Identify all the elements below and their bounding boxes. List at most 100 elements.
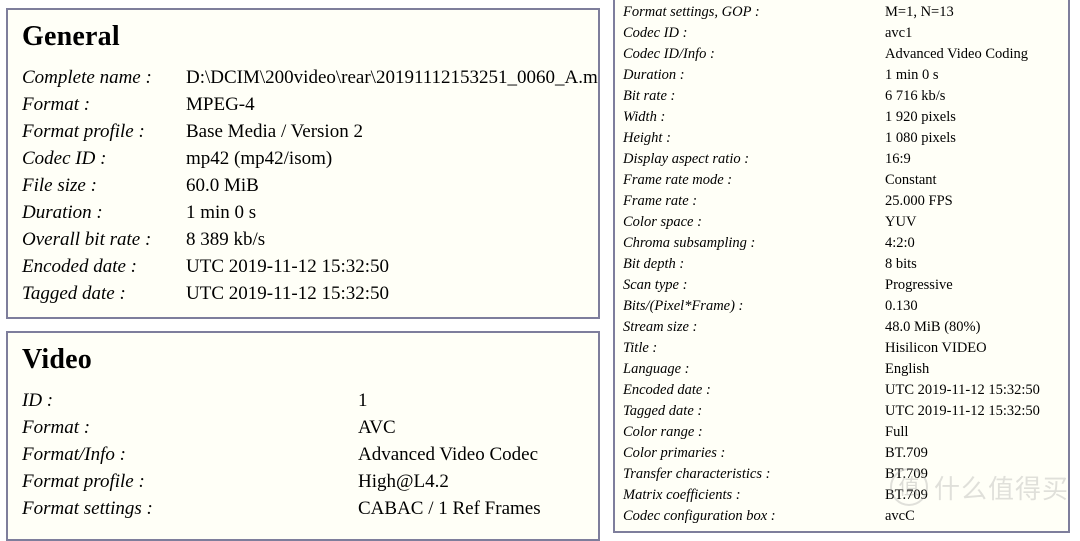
property-label: Format settings : [22, 498, 153, 519]
property-value: 8 389 kb/s [186, 229, 266, 250]
video-continued-property-row: Display aspect ratio : 16:9 [623, 149, 1068, 170]
video-continued-property-row: Language : English [623, 359, 1068, 380]
video-continued-property-row: Color range : Full [623, 422, 1068, 443]
property-value: 8 bits [885, 256, 917, 272]
property-label: Format : [22, 94, 91, 115]
property-label: Overall bit rate : [22, 229, 152, 250]
video-section-panel: Video ID : 1 Format : AVC Format/Info : Advan… [6, 331, 600, 541]
video-section-heading: Video [22, 344, 92, 375]
property-label: Format : [22, 417, 91, 438]
property-label: Format profile : [22, 121, 145, 142]
video-continued-property-row: Codec configuration box : avcC [623, 506, 1068, 527]
property-label: Codec ID : [22, 148, 107, 169]
property-value: Base Media / Version 2 [186, 121, 363, 142]
property-value: 1 [358, 390, 368, 411]
property-value: D:\DCIM\200video\rear\20191112153251_006… [186, 67, 600, 88]
property-value: BT.709 [885, 487, 928, 503]
property-label: Tagged date : [22, 283, 126, 304]
general-property-row: Codec ID : mp42 (mp42/isom) [22, 145, 598, 172]
property-label: Color primaries : [623, 445, 726, 461]
property-value: Advanced Video Coding [885, 46, 1029, 62]
property-label: Language : [623, 361, 690, 377]
property-value: 25.000 FPS [885, 193, 953, 209]
general-section-panel: General Complete name : D:\DCIM\200video\… [6, 8, 600, 319]
property-label: Scan type : [623, 277, 688, 293]
property-label: Frame rate mode : [623, 172, 733, 188]
property-value: avc1 [885, 25, 913, 41]
general-property-row: File size : 60.0 MiB [22, 172, 598, 199]
video-continued-property-row: Frame rate mode : Constant [623, 170, 1068, 191]
property-value: 1 080 pixels [885, 130, 956, 146]
general-property-row: Format : MPEG-4 [22, 91, 598, 118]
property-label: Complete name : [22, 67, 152, 88]
video-continued-property-row: Bit depth : 8 bits [623, 254, 1068, 275]
property-label: Duration : [623, 67, 685, 83]
property-label: Chroma subsampling : [623, 235, 756, 251]
property-value: 16:9 [885, 151, 911, 167]
property-value: YUV [885, 214, 917, 230]
property-value: CABAC / 1 Ref Frames [358, 498, 541, 519]
property-value: Progressive [885, 277, 953, 293]
video-continued-property-list: Format settings, GOP : M=1, N=13 Codec ID … [615, 2, 1068, 527]
video-property-row: Format/Info : Advanced Video Codec [22, 441, 598, 468]
video-continued-property-row: Scan type : Progressive [623, 275, 1068, 296]
video-continued-property-row: Matrix coefficients : BT.709 [623, 485, 1068, 506]
video-continued-property-row: Stream size : 48.0 MiB (80%) [623, 317, 1068, 338]
property-label: Display aspect ratio : [623, 151, 750, 167]
property-label: Encoded date : [623, 382, 711, 398]
property-value: Hisilicon VIDEO [885, 340, 987, 356]
property-value: Constant [885, 172, 937, 188]
property-label: Format profile : [22, 471, 145, 492]
general-property-row: Encoded date : UTC 2019-11-12 15:32:50 [22, 253, 598, 280]
property-label: Frame rate : [623, 193, 698, 209]
video-property-row: ID : 1 [22, 387, 598, 414]
property-label: Duration : [22, 202, 103, 223]
video-continued-property-row: Height : 1 080 pixels [623, 128, 1068, 149]
video-continued-property-row: Duration : 1 min 0 s [623, 65, 1068, 86]
property-label: Color space : [623, 214, 702, 230]
property-value: mp42 (mp42/isom) [186, 148, 333, 169]
property-label: Transfer characteristics : [623, 466, 771, 482]
property-value: M=1, N=13 [885, 4, 954, 20]
property-label: Width : [623, 109, 666, 125]
video-continued-property-row: Chroma subsampling : 4:2:0 [623, 233, 1068, 254]
video-continued-property-row: Title : Hisilicon VIDEO [623, 338, 1068, 359]
video-continued-property-row: Codec ID/Info : Advanced Video Coding [623, 44, 1068, 65]
video-continued-property-row: Codec ID : avc1 [623, 23, 1068, 44]
video-property-row: Format profile : High@L4.2 [22, 468, 598, 495]
video-continued-property-row: Tagged date : UTC 2019-11-12 15:32:50 [623, 401, 1068, 422]
property-value: English [885, 361, 930, 377]
general-property-row: Complete name : D:\DCIM\200video\rear\201… [22, 64, 598, 91]
video-continued-property-row: Bits/(Pixel*Frame) : 0.130 [623, 296, 1068, 317]
general-property-row: Overall bit rate : 8 389 kb/s [22, 226, 598, 253]
video-continued-panel: Format settings, GOP : M=1, N=13 Codec ID … [613, 0, 1070, 533]
property-label: ID : [22, 390, 54, 411]
property-label: Codec configuration box : [623, 508, 776, 524]
video-continued-property-row: Bit rate : 6 716 kb/s [623, 86, 1068, 107]
property-label: Stream size : [623, 319, 698, 335]
general-property-row: Duration : 1 min 0 s [22, 199, 598, 226]
left-column: General Complete name : D:\DCIM\200video\… [6, 0, 600, 541]
property-value: 6 716 kb/s [885, 88, 946, 104]
property-label: Codec ID : [623, 25, 688, 41]
property-value: 4:2:0 [885, 235, 915, 251]
video-continued-property-row: Frame rate : 25.000 FPS [623, 191, 1068, 212]
property-label: Codec ID/Info : [623, 46, 715, 62]
property-label: Color range : [623, 424, 703, 440]
property-value: 1 min 0 s [186, 202, 257, 223]
property-label: Title : [623, 340, 658, 356]
video-property-list: ID : 1 Format : AVC Format/Info : Advanced Vi… [8, 387, 598, 522]
property-label: Height : [623, 130, 671, 146]
property-label: File size : [22, 175, 97, 196]
property-value: BT.709 [885, 466, 928, 482]
property-value: UTC 2019-11-12 15:32:50 [186, 256, 390, 277]
property-label: Tagged date : [623, 403, 703, 419]
property-label: Bit depth : [623, 256, 685, 272]
property-value: Full [885, 424, 909, 440]
property-label: Encoded date : [22, 256, 138, 277]
property-value: BT.709 [885, 445, 928, 461]
property-value: 0.130 [885, 298, 918, 314]
property-value: AVC [358, 417, 396, 438]
video-continued-property-row: Color primaries : BT.709 [623, 443, 1068, 464]
general-property-row: Format profile : Base Media / Version 2 [22, 118, 598, 145]
